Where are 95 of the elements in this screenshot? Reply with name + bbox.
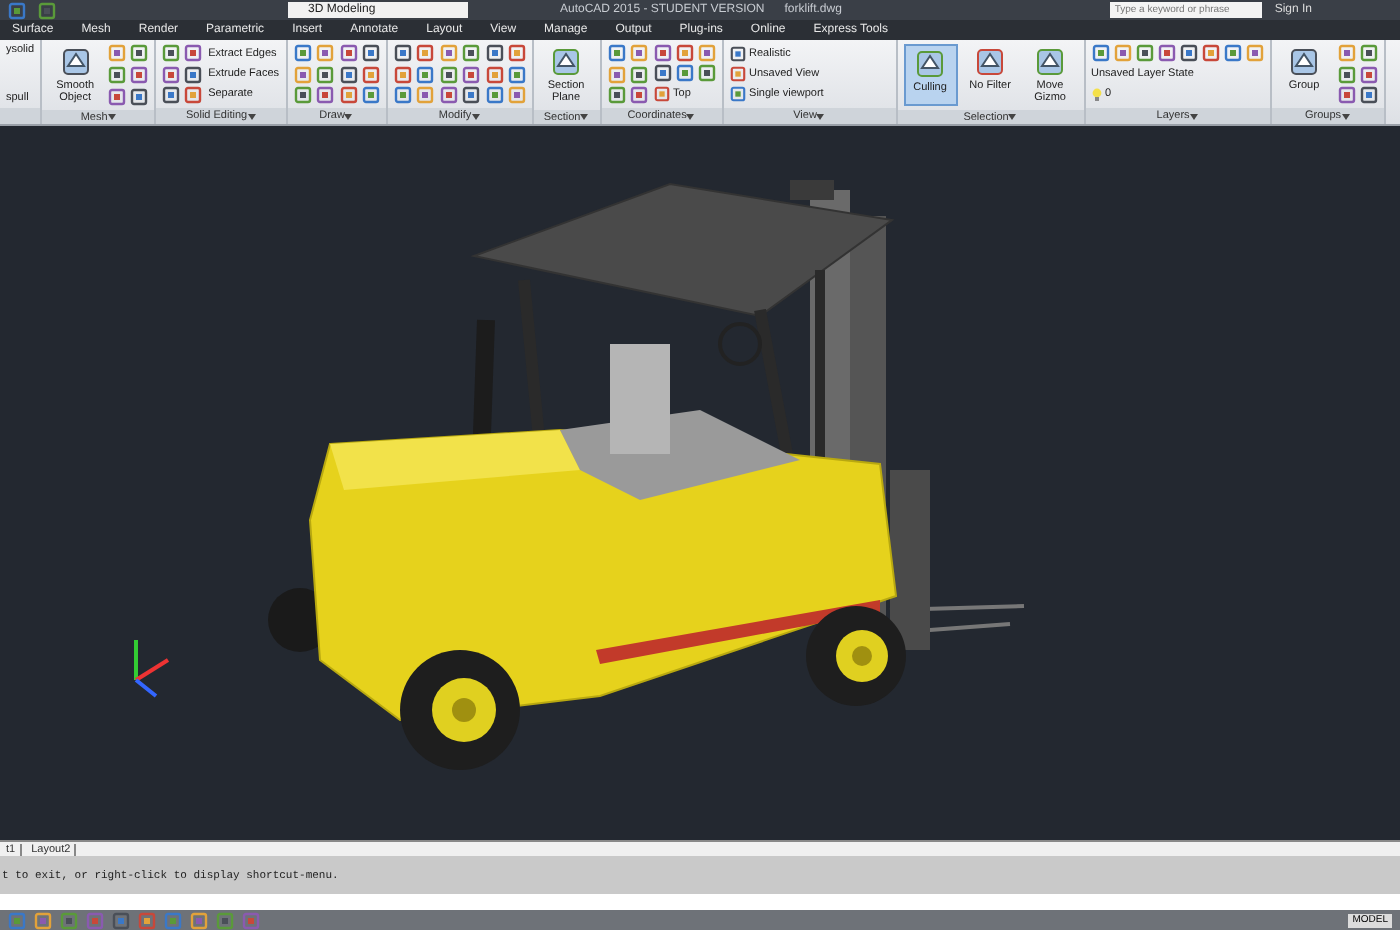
caret-icon — [580, 114, 589, 120]
tool-icon[interactable] — [629, 86, 648, 104]
tool-icon[interactable] — [130, 44, 149, 62]
tool-icon[interactable] — [697, 44, 716, 62]
tool-icon — [914, 48, 947, 80]
tool-icon[interactable] — [339, 44, 358, 62]
caret-icon — [107, 114, 116, 120]
tool-icon[interactable] — [293, 44, 312, 62]
lightbulb-icon — [1091, 87, 1102, 101]
tool-icon[interactable] — [461, 86, 480, 104]
tool-icon[interactable] — [461, 65, 480, 83]
tool-icon[interactable] — [162, 65, 181, 83]
tool-icon[interactable] — [415, 44, 434, 62]
tool-icon — [550, 46, 583, 78]
tool-icon[interactable] — [507, 44, 526, 62]
tool-icon[interactable] — [130, 66, 149, 84]
tool-icon[interactable] — [1359, 44, 1378, 62]
tool-icon[interactable] — [1223, 44, 1242, 62]
status-icon[interactable] — [190, 911, 208, 929]
caret-icon — [1341, 113, 1350, 119]
view-icon — [653, 86, 670, 102]
status-icon[interactable] — [60, 911, 78, 929]
tool-icon[interactable] — [415, 86, 434, 104]
tool-icon[interactable] — [629, 65, 648, 83]
tool-icon[interactable] — [607, 65, 626, 83]
tool-icon[interactable] — [1157, 44, 1176, 62]
caret-icon — [1189, 113, 1198, 119]
caret-icon — [247, 113, 256, 119]
tool-icon[interactable] — [653, 44, 672, 62]
caret-icon — [1008, 114, 1017, 120]
tool-icon[interactable] — [439, 44, 458, 62]
tool-icon[interactable] — [315, 65, 334, 83]
ucs-axis-icon — [134, 640, 170, 698]
tool-icon[interactable] — [675, 44, 694, 62]
tool-icon[interactable] — [393, 86, 412, 104]
tool-icon — [1288, 46, 1321, 78]
tool-icon[interactable] — [607, 86, 626, 104]
tool-icon[interactable] — [108, 44, 127, 62]
tool-icon[interactable] — [507, 86, 526, 104]
tool-icon[interactable] — [162, 44, 181, 62]
tool-icon[interactable] — [108, 88, 127, 106]
tool-icon[interactable] — [461, 44, 480, 62]
tool-icon[interactable] — [293, 86, 312, 104]
tool-icon[interactable] — [1337, 44, 1356, 62]
tool-icon[interactable] — [653, 64, 672, 82]
tool-icon[interactable] — [361, 44, 380, 62]
tool-icon[interactable] — [607, 44, 626, 62]
tool-icon[interactable] — [1359, 86, 1378, 104]
tool-icon[interactable] — [697, 64, 716, 82]
tool-icon — [974, 46, 1007, 78]
caret-icon — [816, 113, 825, 119]
tool-icon[interactable] — [361, 86, 380, 104]
tool-icon[interactable] — [507, 65, 526, 83]
tool-icon[interactable] — [315, 44, 334, 62]
tool-icon[interactable] — [1135, 44, 1154, 62]
tool-icon[interactable] — [184, 86, 203, 104]
tool-icon[interactable] — [485, 65, 504, 83]
tool-icon[interactable] — [415, 65, 434, 83]
tool-icon[interactable] — [130, 88, 149, 106]
tool-icon[interactable] — [184, 65, 203, 83]
tool-icon[interactable] — [1091, 44, 1110, 62]
tool-icon[interactable] — [339, 86, 358, 104]
tool-icon — [59, 46, 92, 78]
tool-icon[interactable] — [1113, 44, 1132, 62]
tool-icon[interactable] — [485, 86, 504, 104]
tool-icon[interactable] — [1179, 44, 1198, 62]
tool-icon[interactable] — [162, 86, 181, 104]
tool-icon[interactable] — [439, 86, 458, 104]
tool-icon[interactable] — [361, 65, 380, 83]
tool-icon[interactable] — [629, 44, 648, 62]
quick-access-icon[interactable] — [8, 1, 26, 19]
tool-icon[interactable] — [1245, 44, 1264, 62]
caret-icon — [344, 113, 353, 119]
tool-icon[interactable] — [675, 64, 694, 82]
tool-icon[interactable] — [1337, 86, 1356, 104]
tool-icon[interactable] — [485, 44, 504, 62]
tool-icon[interactable] — [108, 66, 127, 84]
tool-icon[interactable] — [439, 65, 458, 83]
caret-icon — [471, 113, 480, 119]
tool-icon[interactable] — [393, 44, 412, 62]
quick-access-icon[interactable] — [38, 1, 56, 19]
status-icon[interactable] — [34, 911, 52, 929]
tool-icon[interactable] — [315, 86, 334, 104]
tool-icon[interactable] — [184, 44, 203, 62]
status-icon[interactable] — [138, 911, 156, 929]
status-icon[interactable] — [216, 911, 234, 929]
tool-icon — [1034, 46, 1067, 78]
tool-icon[interactable] — [393, 65, 412, 83]
tool-icon[interactable] — [1201, 44, 1220, 62]
tool-icon[interactable] — [339, 65, 358, 83]
caret-icon — [686, 113, 695, 119]
command-input[interactable] — [0, 894, 1400, 910]
tool-icon[interactable] — [1337, 65, 1356, 83]
tool-icon[interactable] — [1359, 65, 1378, 83]
tool-icon[interactable] — [293, 65, 312, 83]
